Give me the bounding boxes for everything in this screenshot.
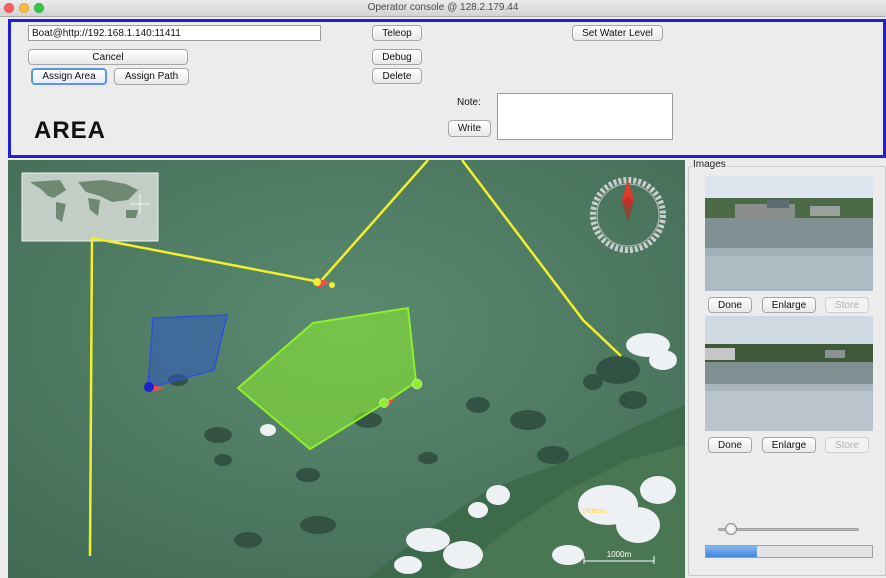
waypoint-dot-4 <box>379 398 389 408</box>
waypoint-dot-5 <box>411 378 423 390</box>
cancel-button[interactable]: Cancel <box>28 49 188 65</box>
place-label: Victoria <box>582 508 605 515</box>
enlarge-button-2[interactable]: Enlarge <box>762 437 816 453</box>
delete-button[interactable]: Delete <box>372 68 422 84</box>
image-slider-knob[interactable] <box>725 523 738 535</box>
image-thumbnail-1[interactable] <box>705 176 873 291</box>
mode-indicator: AREA <box>34 117 107 144</box>
note-textarea[interactable] <box>497 93 673 140</box>
progress-bar <box>705 545 873 558</box>
image-thumbnail-2[interactable] <box>705 316 873 431</box>
note-label: Note: <box>457 97 481 108</box>
map-view[interactable]: Victoria 1000m <box>8 160 685 578</box>
waypoint-dot-2 <box>329 282 335 288</box>
waypoint-dot-1 <box>313 278 321 286</box>
waypoint-dot-3 <box>144 382 154 392</box>
done-button-1[interactable]: Done <box>708 297 752 313</box>
store-button-2: Store <box>825 437 869 453</box>
assign-path-button[interactable]: Assign Path <box>114 68 189 85</box>
boat-address-field[interactable]: Boat@http://192.168.1.140:11411 <box>28 25 321 41</box>
window-title: Operator console @ 128.2.179.44 <box>367 2 519 13</box>
teleop-button[interactable]: Teleop <box>372 25 422 41</box>
assign-area-button[interactable]: Assign Area <box>31 68 107 85</box>
progress-fill <box>706 546 758 557</box>
debug-button[interactable]: Debug <box>372 49 422 65</box>
satellite-map[interactable]: Victoria 1000m <box>8 160 685 578</box>
world-minimap[interactable] <box>21 172 159 242</box>
image-slider-track[interactable] <box>718 528 859 531</box>
store-button-1: Store <box>825 297 869 313</box>
enlarge-button-1[interactable]: Enlarge <box>762 297 816 313</box>
done-button-2[interactable]: Done <box>708 437 752 453</box>
images-panel-title: Images <box>692 159 727 170</box>
set-water-level-button[interactable]: Set Water Level <box>572 25 663 41</box>
write-button[interactable]: Write <box>448 120 491 137</box>
control-panel: Boat@http://192.168.1.140:11411 Cancel A… <box>8 19 886 158</box>
scale-label: 1000m <box>607 550 632 559</box>
window-titlebar: Operator console @ 128.2.179.44 <box>0 0 886 17</box>
